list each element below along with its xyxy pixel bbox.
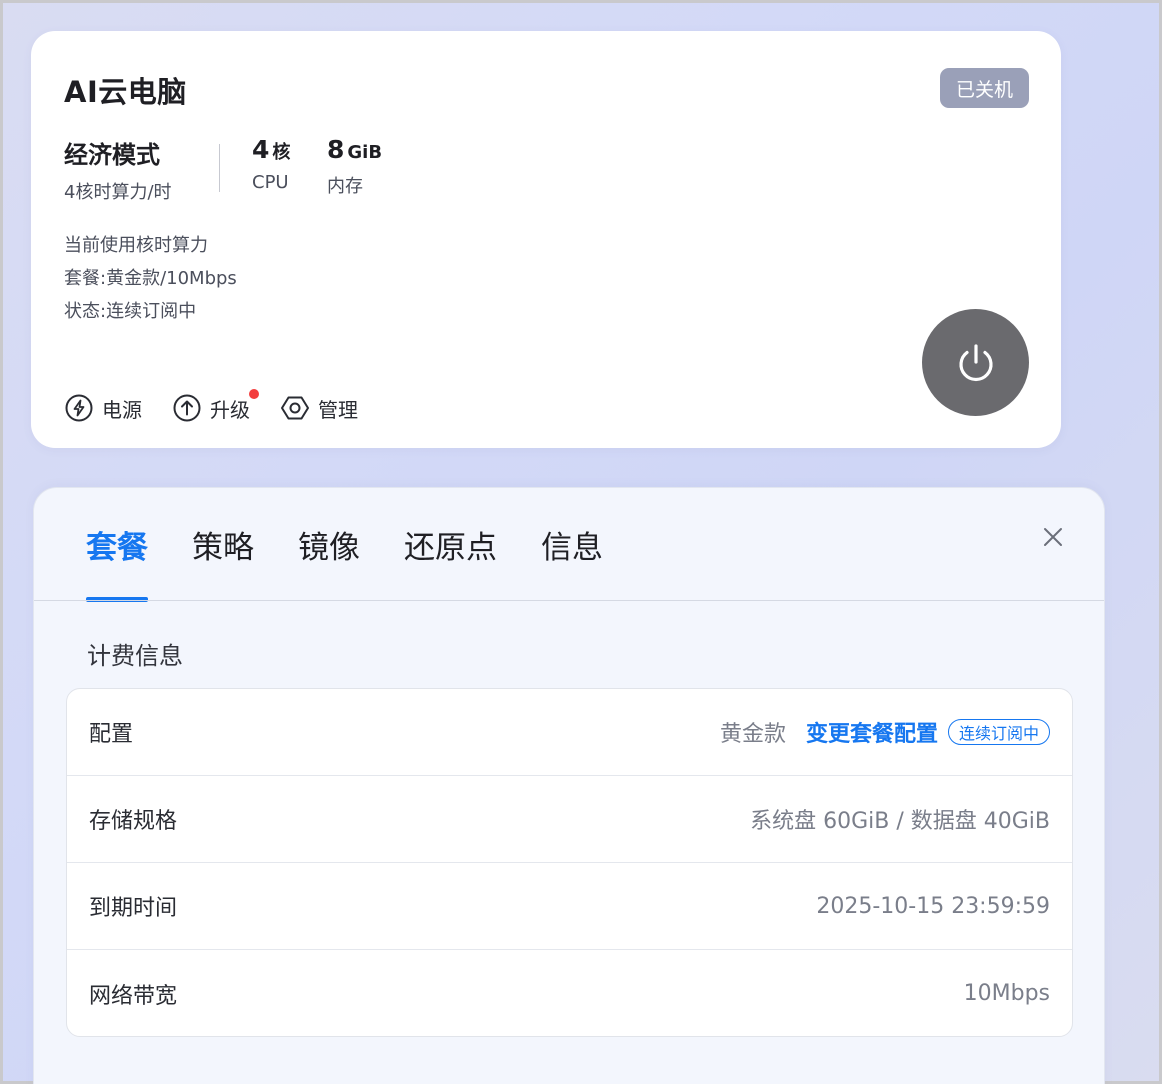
memory-label: 内存 bbox=[327, 176, 363, 197]
row-label: 到期时间 bbox=[89, 896, 178, 921]
cloud-pc-card: AI云电脑 已关机 经济模式 4核时算力/时 4核 CPU 8 GiB 内存 当前… bbox=[31, 31, 1061, 448]
upgrade-action-button[interactable]: 升级 bbox=[172, 389, 259, 423]
mode-desc: 4核时算力/时 bbox=[64, 182, 172, 203]
cpu-spec: 4核 CPU bbox=[252, 135, 290, 193]
memory-unit: GiB bbox=[347, 142, 383, 163]
info-line-package: 套餐:黄金款/10Mbps bbox=[64, 268, 237, 289]
manage-action-label: 管理 bbox=[318, 397, 358, 422]
tab-restore-point[interactable]: 还原点 bbox=[404, 522, 497, 598]
detail-panel: 套餐 策略 镜像 还原点 信息 计费信息 配置 黄金款 变更套餐配置 连续订阅中… bbox=[33, 487, 1105, 1084]
row-label: 存储规格 bbox=[89, 809, 178, 834]
cpu-value: 4 bbox=[252, 135, 270, 164]
row-label: 网络带宽 bbox=[89, 983, 178, 1009]
hexagon-settings-icon bbox=[281, 396, 309, 420]
mode-name: 经济模式 bbox=[64, 141, 160, 169]
tab-bar: 套餐 策略 镜像 还原点 信息 bbox=[86, 522, 647, 602]
table-row-config: 配置 黄金款 变更套餐配置 连续订阅中 bbox=[67, 689, 1072, 776]
notification-dot bbox=[249, 389, 259, 399]
billing-table: 配置 黄金款 变更套餐配置 连续订阅中 存储规格 系统盘 60GiB / 数据盘… bbox=[66, 688, 1073, 1037]
close-icon[interactable] bbox=[1038, 522, 1068, 552]
arrow-up-circle-icon bbox=[173, 394, 201, 422]
cpu-unit: 核 bbox=[272, 142, 291, 163]
power-action-button[interactable]: 电源 bbox=[64, 393, 142, 423]
row-label: 配置 bbox=[89, 722, 134, 747]
tab-image[interactable]: 镜像 bbox=[298, 522, 360, 598]
memory-value: 8 bbox=[327, 135, 345, 164]
info-line-usage: 当前使用核时算力 bbox=[64, 235, 208, 256]
power-icon bbox=[958, 343, 993, 381]
memory-spec: 8 GiB 内存 bbox=[327, 135, 382, 198]
bandwidth-value: 10Mbps bbox=[963, 981, 1050, 1006]
spec-divider bbox=[219, 144, 220, 192]
upgrade-action-label: 升级 bbox=[210, 397, 250, 422]
tab-package[interactable]: 套餐 bbox=[86, 522, 148, 602]
table-row-storage: 存储规格 系统盘 60GiB / 数据盘 40GiB bbox=[67, 776, 1072, 863]
info-line-status: 状态:连续订阅中 bbox=[64, 301, 197, 322]
table-row-expiry: 到期时间 2025-10-15 23:59:59 bbox=[67, 863, 1072, 950]
expiry-value: 2025-10-15 23:59:59 bbox=[816, 893, 1050, 919]
action-row: 电源 升级 管理 bbox=[64, 389, 388, 423]
config-value: 黄金款 bbox=[719, 722, 786, 747]
tab-policy[interactable]: 策略 bbox=[192, 522, 254, 598]
cpu-label: CPU bbox=[252, 172, 289, 193]
subscription-tag: 连续订阅中 bbox=[947, 719, 1050, 745]
tab-divider bbox=[34, 600, 1104, 601]
table-row-bandwidth: 网络带宽 10Mbps bbox=[67, 950, 1072, 1036]
power-toggle-button[interactable] bbox=[922, 309, 1029, 416]
card-title: AI云电脑 bbox=[64, 75, 187, 109]
manage-action-button[interactable]: 管理 bbox=[280, 393, 358, 423]
section-title: 计费信息 bbox=[87, 642, 183, 670]
power-action-label: 电源 bbox=[102, 397, 142, 422]
lightning-icon bbox=[65, 394, 93, 422]
mode-block: 经济模式 4核时算力/时 bbox=[64, 135, 172, 204]
change-plan-link[interactable]: 变更套餐配置 bbox=[806, 716, 938, 748]
app-window: AI云电脑 已关机 经济模式 4核时算力/时 4核 CPU 8 GiB 内存 当前… bbox=[3, 3, 1159, 1084]
status-badge: 已关机 bbox=[940, 68, 1029, 108]
info-lines: 当前使用核时算力 套餐:黄金款/10Mbps 状态:连续订阅中 bbox=[64, 229, 237, 328]
storage-value: 系统盘 60GiB / 数据盘 40GiB bbox=[750, 809, 1050, 834]
tab-info[interactable]: 信息 bbox=[541, 522, 603, 598]
